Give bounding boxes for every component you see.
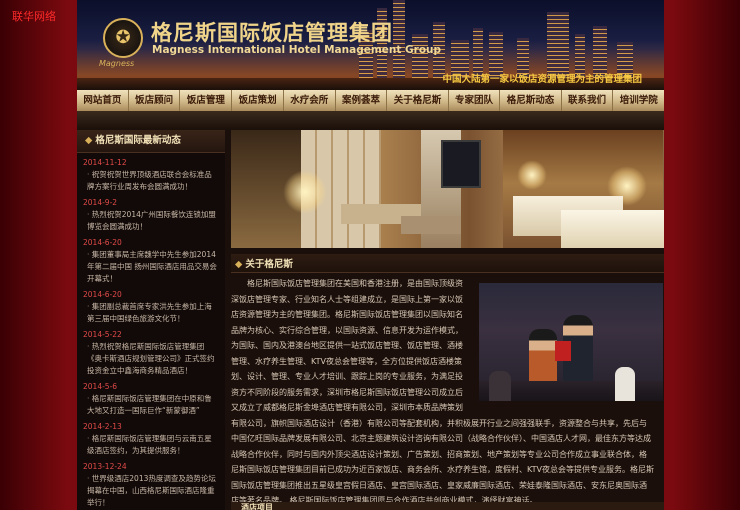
nav-shadow <box>77 111 664 130</box>
about-section-header: ◆ 关于格尼斯 <box>231 254 664 273</box>
news-date: 2014-5-6 <box>83 382 118 391</box>
news-link[interactable]: · 集团董事局主席魏学中先生参加2014年第二届中国 扬州国际酒店用品交易会开幕… <box>83 249 219 285</box>
header-banner: ✪ Magness 格尼斯国际饭店管理集团 Magness Internatio… <box>77 0 664 90</box>
nav-item-contact[interactable]: 联系我们 <box>562 90 614 111</box>
nav-item-experts[interactable]: 专家团队 <box>449 90 501 111</box>
skyline-building <box>393 0 405 78</box>
news-link[interactable]: · 格尼斯国际饭店管理集团在中原和鲁大地又打造一国际巨作“新蒙御酒” <box>83 393 219 417</box>
news-item: 2014-5-22 · 热烈祝贺格尼斯国际饭店管理集团《奥卡斯酒店规划管理公司》… <box>77 325 225 377</box>
news-sidebar: ◆ 格尼斯国际最新动态 2014-11-12 · 祝贺祝贺世界顶级酒店联合会标准品… <box>77 130 225 510</box>
news-item: 2013-12-24 · 世界级酒店2013热度调查及趋势论坛揭幕在中国，山西格… <box>77 457 225 509</box>
news-item: 2014-2-13 · 格尼斯国际饭店管理集团与云南五星级酒店签约，为其提供服务… <box>77 417 225 457</box>
bottom-section-title: 酒店项目 <box>241 503 273 510</box>
nav-item-planning[interactable]: 饭店策划 <box>232 90 284 111</box>
nav-item-consulting[interactable]: 饭店顾问 <box>129 90 181 111</box>
news-link[interactable]: · 世界级酒店2013热度调查及趋势论坛揭幕在中国，山西格尼斯国际酒店隆重举行！ <box>83 473 219 509</box>
news-link[interactable]: · 祝贺祝贺世界顶级酒店联合会标准品牌方案行业周发布会圆满成功！ <box>83 169 219 193</box>
skyline-building <box>547 12 569 78</box>
news-date: 2014-2-13 <box>83 422 122 431</box>
nav-item-spa[interactable]: 水疗会所 <box>284 90 336 111</box>
news-item: 2014-9-2 · 热烈祝贺2014广州国际餐饮连锁加盟博览会圆满成功！ <box>77 193 225 233</box>
about-body: 格尼斯国际饭店管理集团在美国和香港注册，是由国际顶级资深饭店管理专家、行业知名人… <box>231 276 654 509</box>
nav-item-news[interactable]: 格尼斯动态 <box>500 90 562 111</box>
nav-item-training[interactable]: 培训学院 <box>613 90 664 111</box>
news-date: 2014-11-12 <box>83 158 127 167</box>
sidebar-title: 格尼斯国际最新动态 <box>95 135 181 146</box>
page-container: ✪ Magness 格尼斯国际饭店管理集团 Magness Internatio… <box>77 0 664 510</box>
banner-tv <box>441 140 481 188</box>
main-nav: 网站首页 饭店顾问 饭店管理 饭店策划 水疗会所 案例荟萃 关于格尼斯 专家团队… <box>77 90 664 111</box>
news-item: 2014-6-20 · 集团副总裁首席专家洪先生参加上海第三届中国绿色旅游文化节… <box>77 285 225 325</box>
site-watermark-text: 联华网络 <box>12 10 56 23</box>
about-title: ◆ 关于格尼斯 <box>235 259 293 270</box>
banner-lamp-glow <box>517 160 547 190</box>
news-link[interactable]: · 格尼斯国际饭店管理集团与云南五星级酒店签约，为其提供服务！ <box>83 433 219 457</box>
news-item: 2014-11-12 · 祝贺祝贺世界顶级酒店联合会标准品牌方案行业周发布会圆满… <box>77 153 225 193</box>
nav-item-management[interactable]: 饭店管理 <box>180 90 233 111</box>
banner-lamp-glow <box>283 170 327 214</box>
bullet-icon: ◆ <box>85 135 93 146</box>
logo-emblem-icon[interactable]: ✪ <box>103 18 143 58</box>
news-date: 2013-12-24 <box>83 462 127 471</box>
news-date: 2014-6-20 <box>83 238 122 247</box>
news-item: 2014-5-6 · 格尼斯国际饭店管理集团在中原和鲁大地又打造一国际巨作“新蒙… <box>77 377 225 417</box>
header-slogan: 中国大陆第一家以饭店资源管理为主的管理集团 <box>442 74 642 85</box>
nav-item-about[interactable]: 关于格尼斯 <box>387 90 449 111</box>
news-date: 2014-9-2 <box>83 198 118 207</box>
news-item: 2014-6-20 · 集团董事局主席魏学中先生参加2014年第二届中国 扬州国… <box>77 233 225 285</box>
logo-subtitle: Magness <box>99 59 135 68</box>
hotel-interior-banner <box>231 130 664 248</box>
nav-item-cases[interactable]: 案例荟萃 <box>336 90 388 111</box>
bottom-section-header: 酒店项目 <box>231 502 664 510</box>
news-date: 2014-5-22 <box>83 330 122 339</box>
banner-sofa <box>401 216 461 234</box>
news-date: 2014-6-20 <box>83 290 122 299</box>
company-name-en: Magness International Hotel Management G… <box>152 44 442 56</box>
nav-item-home[interactable]: 网站首页 <box>77 90 129 111</box>
news-link[interactable]: · 热烈祝贺格尼斯国际饭店管理集团《奥卡斯酒店规划管理公司》正式签约投资金立中鑫… <box>83 341 219 377</box>
bullet-icon: ◆ <box>235 259 243 270</box>
company-name-cn: 格尼斯国际饭店管理集团 <box>151 20 393 45</box>
sidebar-header: ◆ 格尼斯国际最新动态 <box>77 130 225 153</box>
news-link[interactable]: · 集团副总裁首席专家洪先生参加上海第三届中国绿色旅游文化节！ <box>83 301 219 325</box>
news-link[interactable]: · 热烈祝贺2014广州国际餐饮连锁加盟博览会圆满成功！ <box>83 209 219 233</box>
banner-bed <box>561 210 664 248</box>
skyline-building <box>412 34 428 78</box>
